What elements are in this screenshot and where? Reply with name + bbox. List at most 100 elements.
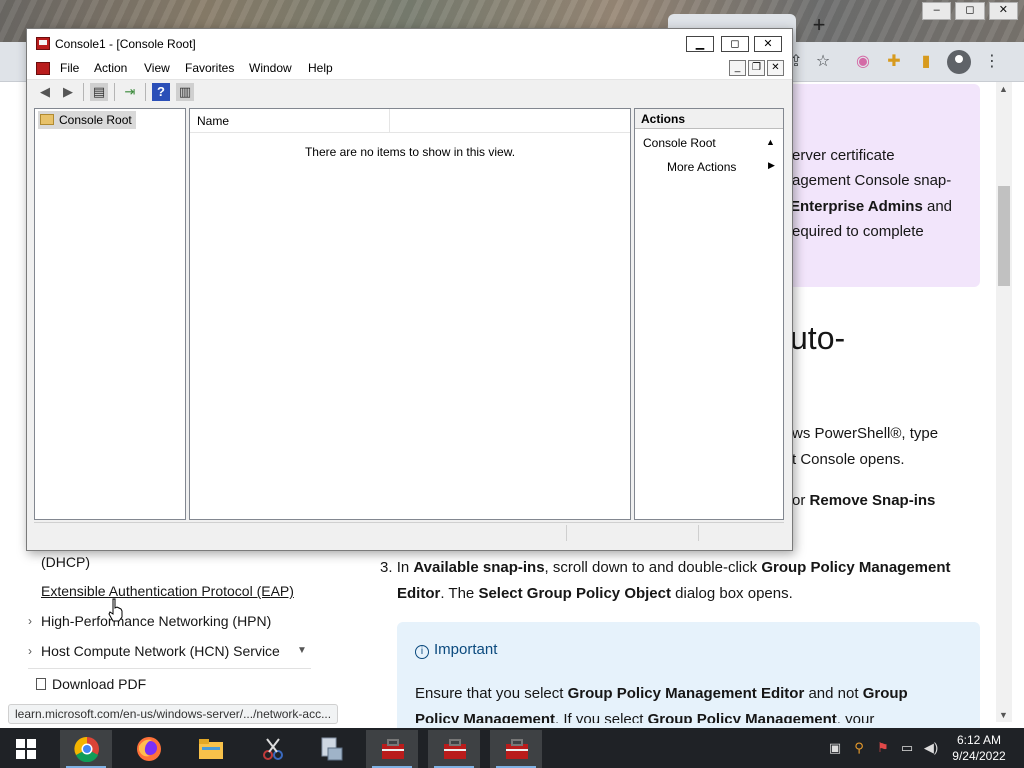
toolbar-separator <box>114 83 115 101</box>
mmc-minimize-button[interactable]: ▁ <box>686 36 714 52</box>
status-cell <box>698 525 784 541</box>
child-close-button[interactable]: ✕ <box>767 60 784 76</box>
taskbar-snipping-tool[interactable] <box>246 730 298 768</box>
nav-item-dhcp[interactable]: (DHCP) <box>41 554 90 570</box>
scroll-down-icon[interactable]: ▼ <box>999 710 1008 720</box>
mmc-app-icon[interactable] <box>36 37 50 50</box>
nav-item-eap[interactable]: Extensible Authentication Protocol (EAP) <box>41 583 294 599</box>
browser-maximize-button[interactable]: ◻ <box>955 2 985 20</box>
nav-item-hpn[interactable]: High-Performance Networking (HPN) <box>41 613 271 629</box>
taskbar-toolbox-1[interactable] <box>366 730 418 768</box>
extensions-puzzle-icon[interactable]: ✚ <box>884 52 904 72</box>
taskbar-network-app[interactable] <box>304 730 356 768</box>
show-hide-action-pane-icon[interactable]: ▥ <box>176 83 194 101</box>
menu-help[interactable]: Help <box>308 61 333 75</box>
export-list-icon[interactable]: ⇥ <box>121 83 139 101</box>
menu-view[interactable]: View <box>144 61 170 75</box>
console-doc-icon[interactable] <box>36 62 50 75</box>
clock-date: 9/24/2022 <box>952 749 1006 763</box>
important-text: , your <box>836 711 875 723</box>
step-bold-term: Group Policy Management <box>761 559 951 576</box>
para-text-line: t Console opens. <box>792 451 905 468</box>
note-text-line: agement Console snap- <box>792 172 952 189</box>
step-bold-term: Available snap-ins <box>413 559 545 576</box>
tray-search-icon[interactable]: ⚲ <box>851 740 867 756</box>
actions-section-console-root[interactable]: Console Root <box>643 136 716 150</box>
browser-close-button[interactable]: ✕ <box>988 2 1018 20</box>
note-text-line: Enterprise Admins and <box>790 194 952 219</box>
results-list-pane[interactable]: Name There are no items to show in this … <box>189 108 631 520</box>
bookmark-star-icon[interactable]: ☆ <box>813 52 833 72</box>
toolbar-separator <box>83 83 84 101</box>
tray-volume-icon[interactable]: ◀) <box>923 740 939 756</box>
menu-window[interactable]: Window <box>249 61 292 75</box>
important-title-text: Important <box>434 641 498 658</box>
windows-start-icon[interactable] <box>16 739 36 759</box>
list-column-header: Name <box>190 109 630 133</box>
column-divider[interactable] <box>389 109 390 133</box>
back-arrow-icon[interactable]: ◀ <box>36 83 54 101</box>
chrome-icon <box>74 736 99 762</box>
chevron-right-icon[interactable]: › <box>28 614 32 628</box>
taskbar-chrome[interactable] <box>60 730 112 768</box>
taskbar-toolbox-3[interactable] <box>490 730 542 768</box>
note-text-line: equired to complete <box>792 223 924 240</box>
collapse-up-icon[interactable]: ▲ <box>766 137 775 147</box>
taskbar-file-explorer[interactable] <box>184 730 236 768</box>
column-name-header[interactable]: Name <box>197 114 229 128</box>
scroll-up-icon[interactable]: ▲ <box>999 84 1008 94</box>
para-bold-term: Remove Snap-ins <box>809 492 936 509</box>
nav-item-hcn[interactable]: Host Compute Network (HCN) Service <box>41 643 280 659</box>
menu-file[interactable]: File <box>60 61 79 75</box>
toolbar-separator <box>145 83 146 101</box>
step-bold-term: Select Group Policy Object <box>478 585 671 602</box>
toolbox-icon <box>444 739 466 759</box>
folder-icon <box>40 114 54 125</box>
profile-avatar[interactable] <box>947 50 971 74</box>
note-text-line: erver certificate <box>792 147 895 164</box>
browser-minimize-button[interactable]: – <box>922 2 952 20</box>
download-pdf-link[interactable]: Download PDF <box>36 676 146 692</box>
tray-network-app-icon[interactable]: ▣ <box>827 740 843 756</box>
tray-flag-icon[interactable]: ⚑ <box>875 740 891 756</box>
taskbar-toolbox-2[interactable] <box>428 730 480 768</box>
important-title: i Important <box>415 641 497 659</box>
note-bold-term: Enterprise Admins <box>790 198 923 215</box>
important-line-2: Policy Management. If you select Group P… <box>415 707 975 723</box>
info-icon: i <box>415 645 429 659</box>
help-icon[interactable]: ? <box>152 83 170 101</box>
toolbox-icon <box>382 739 404 759</box>
important-bold-term: Group Policy Management Editor <box>567 685 805 702</box>
submenu-arrow-icon[interactable]: ▶ <box>768 160 775 171</box>
folder-icon <box>199 739 223 759</box>
console-tree-pane[interactable]: Console Root <box>34 108 186 520</box>
important-text: . If you select <box>555 711 648 723</box>
show-hide-console-tree-icon[interactable]: ▤ <box>90 83 108 101</box>
page-scrollbar-thumb[interactable] <box>998 186 1010 286</box>
mmc-close-button[interactable]: ✕ <box>754 36 782 52</box>
extension-trans-flag-icon[interactable]: ◉ <box>853 52 873 72</box>
taskbar-firefox[interactable] <box>122 730 174 768</box>
tray-display-icon[interactable]: ▭ <box>899 740 915 756</box>
download-pdf-label: Download PDF <box>52 676 147 692</box>
menu-favorites[interactable]: Favorites <box>185 61 234 75</box>
more-actions-item[interactable]: More Actions <box>667 160 736 174</box>
menu-action[interactable]: Action <box>94 61 127 75</box>
child-restore-button[interactable]: ❐ <box>748 60 765 76</box>
important-bold-term: Group <box>862 685 908 702</box>
chevron-right-icon[interactable]: › <box>28 644 32 658</box>
para-text: or <box>792 492 810 509</box>
mmc-menu-bar: File Action View Favorites Window Help _… <box>27 59 792 79</box>
mmc-maximize-button[interactable]: ◻ <box>721 36 749 52</box>
nav-scroll-down-icon[interactable]: ▼ <box>297 645 307 656</box>
mmc-title-bar[interactable]: Console1 - [Console Root] ▁ ◻ ✕ <box>27 29 792 59</box>
side-panel-icon[interactable]: ▮ <box>916 52 936 72</box>
taskbar-clock[interactable]: 6:12 AM 9/24/2022 <box>944 732 1014 764</box>
new-tab-button[interactable]: + <box>806 14 832 38</box>
browser-menu-icon[interactable]: ⋮ <box>982 52 1002 72</box>
step-3-line-1: 3. In Available snap-ins, scroll down to… <box>380 555 980 580</box>
page-scrollbar[interactable] <box>996 82 1012 722</box>
forward-arrow-icon[interactable]: ▶ <box>59 83 77 101</box>
child-minimize-button[interactable]: _ <box>729 60 746 76</box>
tree-node-console-root[interactable]: Console Root <box>38 111 136 129</box>
